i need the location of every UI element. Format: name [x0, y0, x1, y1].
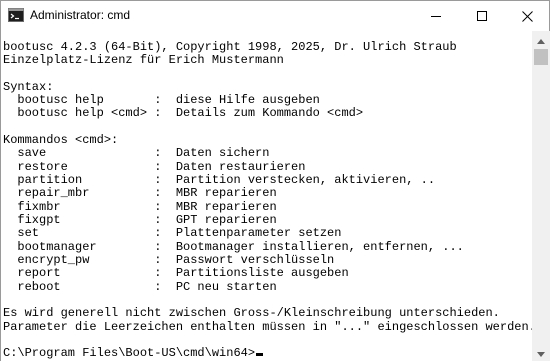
console-window: Administrator: cmd bootusc 4.2.3 (64-Bit… [0, 0, 550, 361]
console-line: report : Partitionsliste ausgeben [3, 266, 349, 280]
console-line: Parameter die Leerzeichen enthalten müss… [3, 320, 532, 334]
minimize-icon [430, 11, 442, 22]
console-icon [8, 8, 24, 22]
scroll-up-arrow-icon [537, 31, 545, 49]
console-line: Einzelplatz-Lizenz für Erich Mustermann [3, 53, 284, 67]
scroll-up-button[interactable] [532, 31, 550, 48]
vertical-scrollbar[interactable] [532, 31, 550, 361]
command-prompt: C:\Program Files\Boot-US\cmd\win64> [3, 346, 256, 360]
close-icon [521, 10, 533, 22]
console-line: reboot : PC neu starten [3, 280, 277, 294]
console-line: bootusc help <cmd> : Details zum Kommand… [3, 106, 364, 120]
command-prompt-line[interactable]: C:\Program Files\Boot-US\cmd\win64> [3, 346, 264, 360]
scroll-down-button[interactable] [532, 344, 550, 361]
scrollbar-thumb[interactable] [534, 49, 548, 65]
console-line: Es wird generell nicht zwischen Gross-/K… [3, 306, 500, 320]
title-bar[interactable]: Administrator: cmd [1, 1, 549, 31]
close-button[interactable] [504, 1, 550, 31]
text-cursor [256, 353, 264, 356]
console-line: save : Daten sichern [3, 146, 270, 160]
maximize-icon [476, 10, 488, 22]
scroll-down-arrow-icon [537, 344, 545, 361]
maximize-button[interactable] [459, 1, 505, 31]
minimize-button[interactable] [413, 1, 459, 31]
console-line: set : Plattenparameter setzen [3, 226, 342, 240]
console-output[interactable]: bootusc 4.2.3 (64-Bit), Copyright 1998, … [1, 31, 532, 361]
window-title: Administrator: cmd [30, 8, 131, 22]
console-line: repair_mbr : MBR reparieren [3, 186, 277, 200]
